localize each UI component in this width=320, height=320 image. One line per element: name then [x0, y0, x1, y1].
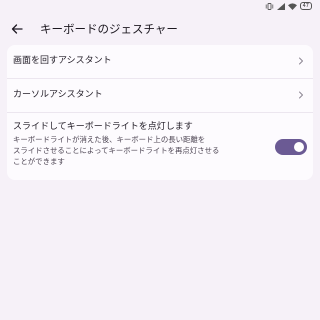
battery-indicator: 47 [299, 2, 312, 10]
page-title: キーボードのジェスチャー [40, 22, 178, 36]
chevron-right-icon [299, 91, 303, 99]
wifi-icon [287, 2, 297, 10]
vibrate-icon [265, 2, 273, 10]
setting-item-label: スライドしてキーボードライトを点灯します [13, 122, 193, 132]
status-bar: 47 [0, 0, 320, 14]
app-bar: キーボードのジェスチャー [0, 14, 320, 44]
status-icons: 47 [265, 2, 312, 10]
setting-item-rotate-assistant[interactable]: 画面を回すアシスタント [7, 45, 313, 78]
chevron-right-icon [299, 57, 303, 65]
setting-item-label: 画面を回すアシスタント [13, 56, 112, 66]
arrow-back-icon [11, 24, 23, 34]
toggle-knob [294, 142, 304, 152]
setting-item-slide-keyboard-light[interactable]: スライドしてキーボードライトを点灯します キーボードライトが消えた後、キーボード… [7, 112, 313, 180]
setting-item-description: キーボードライトが消えた後、キーボード上の長い距離を スライドさせることによって… [13, 134, 271, 167]
description-line: ことができます [13, 157, 65, 166]
description-line: キーボードライトが消えた後、キーボード上の長い距離を [13, 135, 206, 144]
signal-icon [276, 2, 285, 10]
description-line: スライドさせることによってキーボードライトを再点灯させる [13, 146, 220, 155]
back-button[interactable] [9, 21, 25, 37]
setting-item-label: カーソルアシスタント [13, 90, 103, 100]
setting-item-cursor-assistant[interactable]: カーソルアシスタント [7, 78, 313, 112]
keyboard-light-toggle[interactable] [275, 139, 307, 155]
